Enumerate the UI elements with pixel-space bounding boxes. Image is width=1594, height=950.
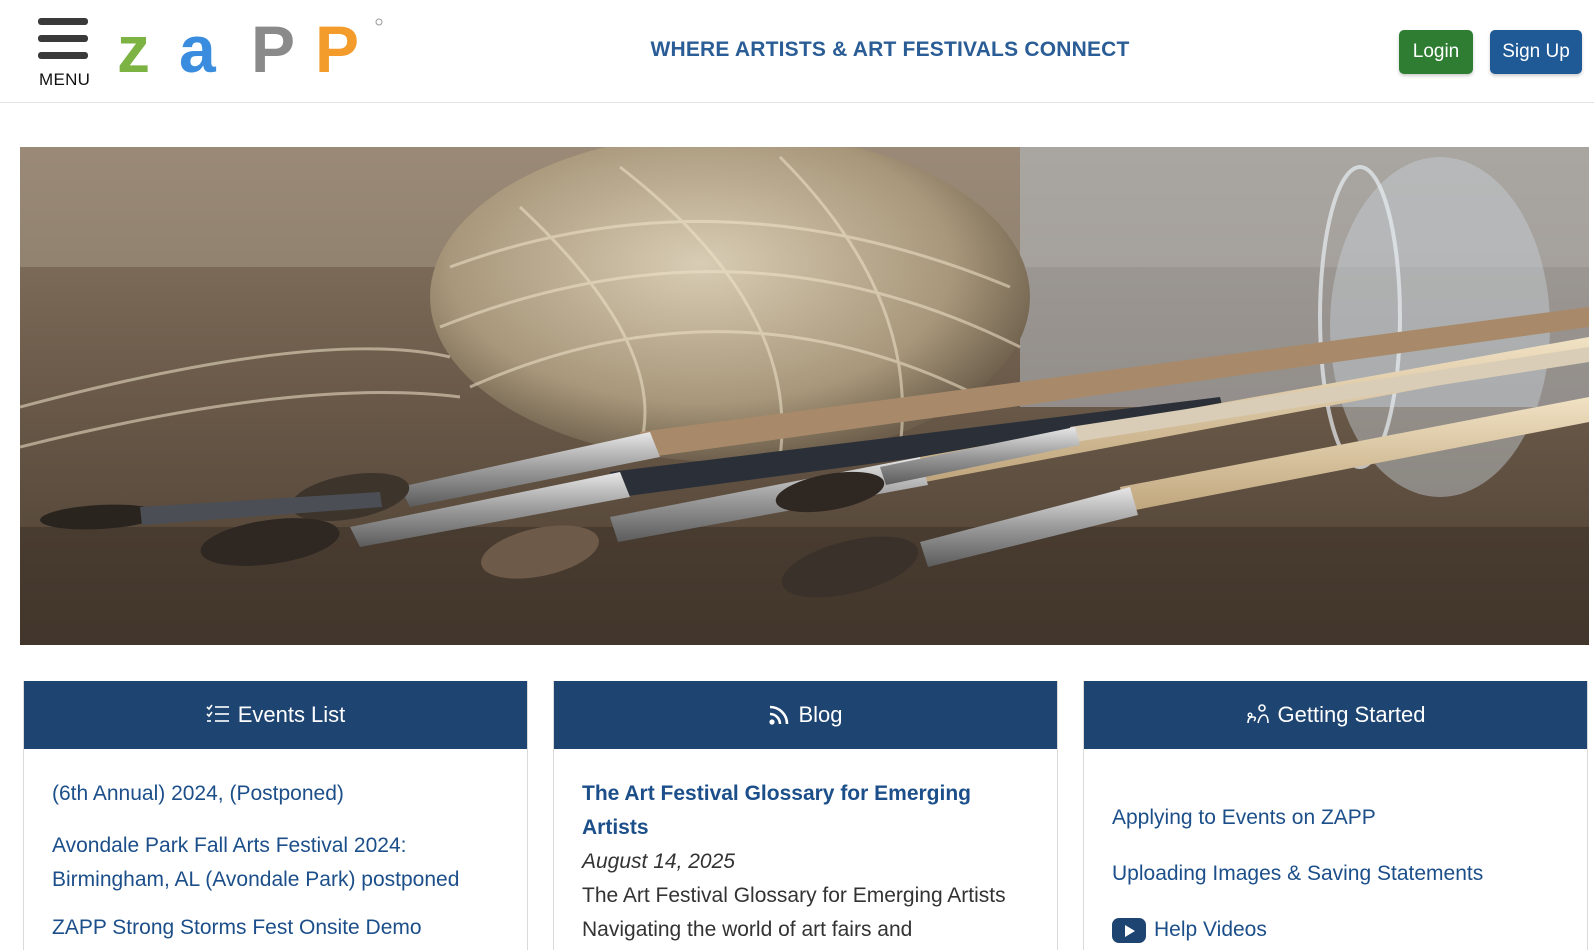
events-list-card: Events List (6th Annual) 2024, (Postpone… xyxy=(23,681,528,950)
menu-label: MENU xyxy=(39,70,91,89)
blog-card: Blog The Art Festival Glossary for Emerg… xyxy=(553,681,1058,950)
help-link-label: Help Videos xyxy=(1154,918,1267,941)
events-list-header: Events List xyxy=(24,681,527,749)
blog-post-date: August 14, 2025 xyxy=(582,850,735,873)
login-button[interactable]: Login xyxy=(1399,30,1473,74)
blog-post-title[interactable]: The Art Festival Glossary for Emerging A… xyxy=(582,777,1029,845)
getting-started-title: Getting Started xyxy=(1277,702,1426,727)
help-link-label: Uploading Images & Saving Statements xyxy=(1112,862,1484,885)
video-play-icon xyxy=(1112,917,1146,943)
events-list-title: Events List xyxy=(237,702,346,727)
site-tagline: WHERE ARTISTS & ART FESTIVALS CONNECT xyxy=(650,38,1130,61)
event-link[interactable]: (6th Annual) 2024, (Postponed) xyxy=(52,777,499,811)
site-header: MENU z a P P WHERE ARTISTS & ART FESTIVA… xyxy=(0,0,1594,103)
menu-button[interactable]: MENU xyxy=(38,18,92,89)
svg-text:P: P xyxy=(315,14,359,80)
help-link[interactable]: Applying to Events on ZAPP xyxy=(1112,801,1559,835)
paint-brushes-photo xyxy=(20,147,1589,645)
event-link[interactable]: Avondale Park Fall Arts Festival 2024: B… xyxy=(52,829,499,897)
blog-header: Blog xyxy=(554,681,1057,749)
zapp-logo[interactable]: z a P P xyxy=(117,14,387,80)
help-videos-link[interactable]: Help Videos xyxy=(1112,913,1559,947)
rss-icon xyxy=(769,705,789,725)
hero-image xyxy=(20,147,1589,645)
getting-started-header: Getting Started xyxy=(1084,681,1587,749)
help-link[interactable]: Uploading Images & Saving Statements xyxy=(1112,857,1559,891)
list-check-icon xyxy=(206,704,229,722)
svg-text:z: z xyxy=(117,14,150,80)
svg-text:a: a xyxy=(179,14,217,80)
blog-title: Blog xyxy=(798,702,843,727)
events-list-body: (6th Annual) 2024, (Postponed) Avondale … xyxy=(24,749,527,950)
user-path-icon xyxy=(1246,704,1269,724)
event-link[interactable]: ZAPP Strong Storms Fest Onsite Demo xyxy=(52,911,499,945)
svg-text:P: P xyxy=(251,14,295,80)
blog-body: The Art Festival Glossary for Emerging A… xyxy=(554,749,1057,950)
help-link-label: Applying to Events on ZAPP xyxy=(1112,806,1376,829)
getting-started-card: Getting Started Applying to Events on ZA… xyxy=(1083,681,1588,950)
blog-post-excerpt: The Art Festival Glossary for Emerging A… xyxy=(582,884,1006,941)
signup-button[interactable]: Sign Up xyxy=(1490,30,1582,74)
getting-started-body: Applying to Events on ZAPP Uploading Ima… xyxy=(1084,749,1587,950)
hamburger-icon xyxy=(38,18,92,59)
